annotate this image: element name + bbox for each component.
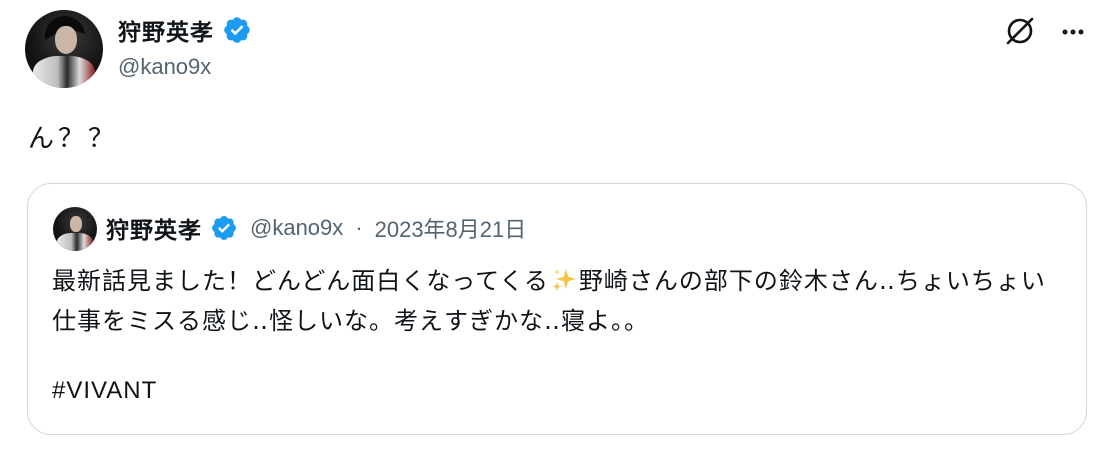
quoted-author-display-name[interactable]: 狩野英孝: [106, 211, 202, 245]
quoted-text-part-1: 最新話見ました！どんどん面白くなってくる: [52, 268, 549, 295]
hashtag-link[interactable]: #VIVANT: [52, 377, 157, 405]
quoted-author-avatar[interactable]: [53, 207, 97, 251]
sparkles-icon: [551, 266, 577, 292]
author-display-name[interactable]: 狩野英孝: [118, 13, 214, 47]
avatar-face: [55, 26, 77, 54]
quoted-post-text: 最新話見ました！どんどん面白くなってくる 野崎さんの部下の鈴木さん‥ちょいちょい…: [52, 262, 1062, 342]
verified-badge-icon[interactable]: [222, 15, 252, 45]
author-avatar[interactable]: [25, 10, 103, 88]
quoted-post-date[interactable]: 2023年8月21日: [375, 212, 527, 244]
author-handle[interactable]: @kano9x: [118, 54, 211, 80]
grok-icon[interactable]: [1003, 14, 1037, 48]
avatar-coat: [57, 233, 93, 251]
quoted-post-card[interactable]: 狩野英孝 @kano9x · 2023年8月21日 最新話見ました！どんどん面白…: [27, 183, 1087, 435]
quoted-author-handle[interactable]: @kano9x: [250, 215, 343, 241]
avatar-coat: [33, 56, 95, 88]
post-text: ん？？: [28, 123, 119, 153]
avatar-face: [70, 216, 82, 232]
verified-badge-icon[interactable]: [210, 214, 238, 242]
quoted-post-header: 狩野英孝 @kano9x · 2023年8月21日: [106, 211, 526, 245]
author-name-row: 狩野英孝: [118, 12, 252, 48]
meta-separator: ·: [355, 215, 363, 240]
more-icon[interactable]: [1057, 16, 1089, 48]
